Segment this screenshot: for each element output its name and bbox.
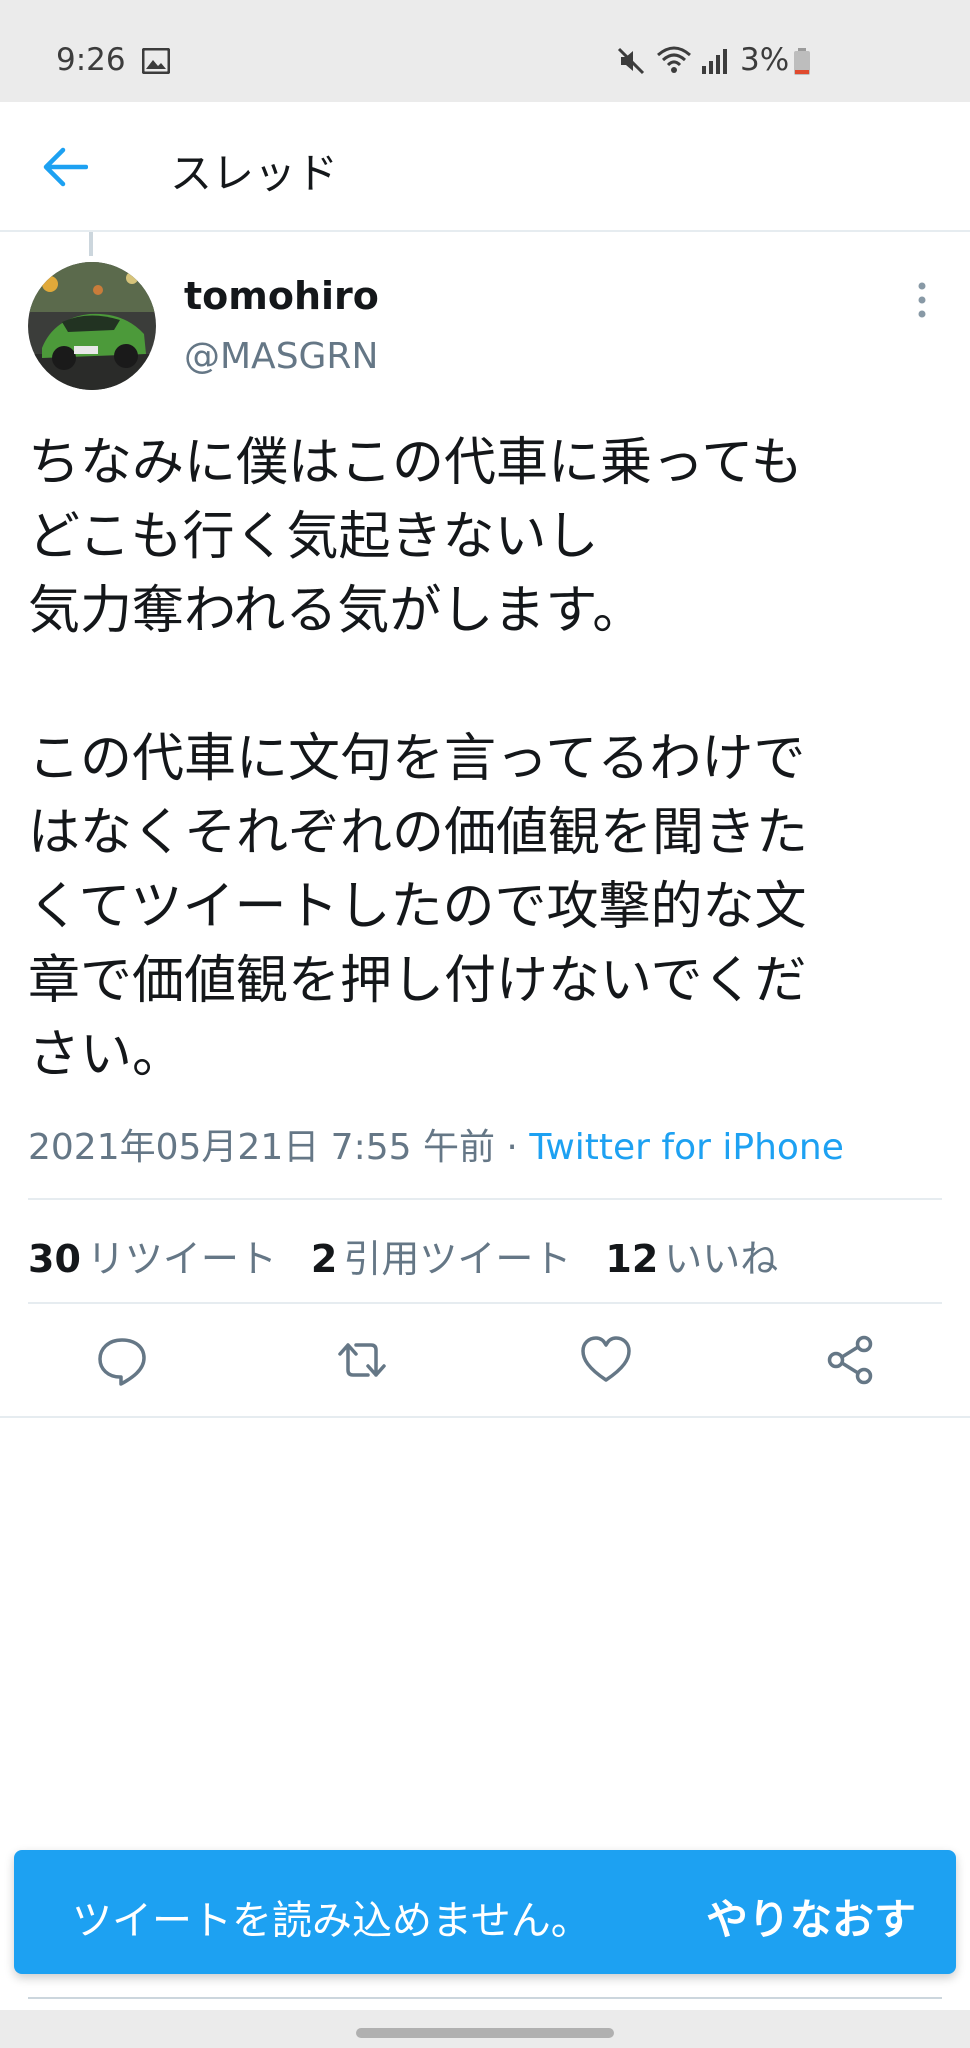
likes-count: 12 — [605, 1237, 659, 1281]
avatar-car-image — [28, 262, 156, 390]
system-nav-bar — [0, 2010, 970, 2048]
tweet-text: ちなみに僕はこの代車に乗っても どこも行く気起きないし 気力奪われる気がします。… — [28, 433, 809, 1085]
quotes-label: 引用ツイート — [343, 1237, 572, 1281]
tweet-timestamp[interactable]: 2021年05月21日 7:55 午前 — [28, 1127, 495, 1168]
tweet-actions — [0, 1332, 970, 1422]
quotes-stat[interactable]: 2 引用ツイート — [311, 1228, 571, 1283]
divider — [28, 1302, 942, 1304]
mute-icon — [617, 47, 645, 75]
tweet-stats: 30 リツイート 2 引用ツイート 12 いいね — [28, 1228, 778, 1283]
image-icon — [142, 48, 170, 74]
author-handle[interactable]: @MASGRN — [184, 336, 378, 377]
meta-separator: · — [506, 1127, 518, 1168]
retweets-count: 30 — [28, 1237, 81, 1281]
more-options-icon[interactable] — [912, 280, 932, 320]
divider — [28, 1198, 942, 1200]
battery-percent: 3% — [740, 42, 790, 78]
likes-stat[interactable]: 12 いいね — [605, 1228, 778, 1283]
retweet-icon[interactable] — [334, 1332, 390, 1388]
author-name[interactable]: tomohiro — [184, 274, 379, 318]
likes-label: いいね — [664, 1237, 779, 1281]
toast-message: ツイートを読み込めません。 — [72, 1898, 591, 1944]
retweets-stat[interactable]: 30 リツイート — [28, 1228, 277, 1283]
status-time: 9:26 — [56, 42, 126, 78]
share-icon[interactable] — [822, 1332, 878, 1388]
reply-input-underline — [28, 1997, 942, 1999]
retweets-label: リツイート — [86, 1237, 277, 1281]
avatar[interactable] — [28, 262, 156, 390]
like-icon[interactable] — [578, 1332, 634, 1388]
quotes-count: 2 — [310, 1237, 338, 1281]
reply-icon[interactable] — [94, 1332, 150, 1388]
tweet-meta: 2021年05月21日 7:55 午前 · Twitter for iPhone — [28, 1118, 844, 1170]
tweet-source[interactable]: Twitter for iPhone — [529, 1127, 844, 1168]
error-toast: ツイートを読み込めません。 やりなおす — [14, 1850, 956, 1974]
page-title: スレッド — [170, 149, 339, 198]
wifi-icon — [657, 46, 691, 73]
battery-icon — [794, 48, 810, 75]
status-bar: 9:26 3% — [0, 0, 970, 102]
divider — [0, 1416, 970, 1418]
retry-button[interactable]: やりなおす — [706, 1886, 916, 1947]
arrow-left-icon[interactable] — [42, 146, 88, 188]
thread-header: スレッド — [0, 102, 970, 232]
thread-connector — [89, 232, 93, 256]
signal-icon — [702, 49, 727, 74]
home-gesture-pill[interactable] — [356, 2028, 614, 2038]
